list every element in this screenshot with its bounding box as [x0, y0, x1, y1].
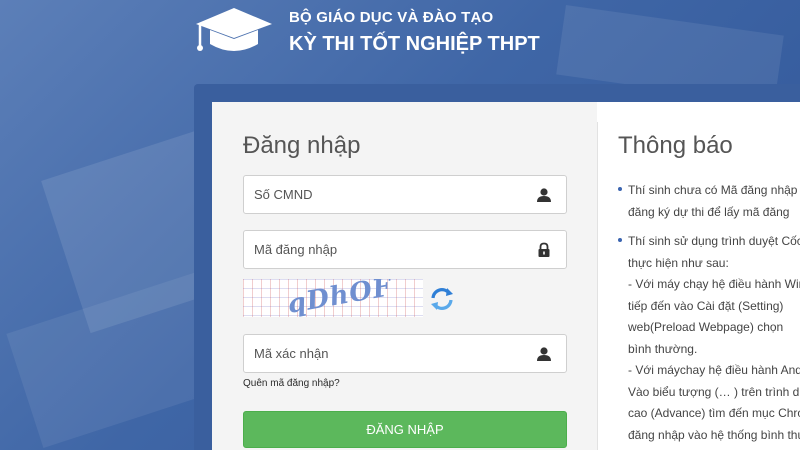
- notice-line: đăng ký dự thi để lấy mã đăng: [628, 204, 790, 219]
- user-icon: [537, 188, 551, 202]
- site-header: BỘ GIÁO DỤC VÀ ĐÀO TẠO KỲ THI TỐT NGHIỆP…: [194, 0, 754, 70]
- notice-line: Vào biểu tượng (… ) trên trình duyệt: [628, 384, 800, 399]
- login-code-field: [243, 230, 567, 269]
- id-number-field: [243, 175, 567, 214]
- notice-line: đăng nhập vào hệ thống bình thường: [628, 427, 800, 442]
- refresh-icon[interactable]: [428, 285, 456, 313]
- exam-name: KỲ THI TỐT NGHIỆP THPT: [289, 33, 540, 55]
- notice-line: web(Preload Webpage) chọn: [628, 320, 784, 334]
- login-code-input[interactable]: [244, 231, 566, 268]
- login-button[interactable]: ĐĂNG NHẬP: [243, 411, 567, 448]
- notice-line: cao (Advance) tìm đến mục Chrome: [628, 406, 800, 420]
- main-panel: Đăng nhập qDhOF: [212, 102, 800, 450]
- organization-name: BỘ GIÁO DỤC VÀ ĐÀO TẠO: [289, 9, 494, 26]
- notice-title: Thông báo: [618, 132, 733, 159]
- login-title: Đăng nhập: [243, 132, 361, 159]
- graduation-cap-icon: [196, 8, 272, 51]
- notice-line: - Với máychay hệ điều hành Android: [628, 363, 800, 377]
- notice-line: - Với máy chạy hệ điều hành Windows: [628, 277, 800, 291]
- notice-line: Thí sinh chưa có Mã đăng nhập: [628, 183, 798, 197]
- notice-panel: Thông báo Thí sinh chưa có Mã đăng nhập …: [598, 102, 800, 450]
- id-number-input[interactable]: [244, 176, 566, 213]
- notice-item: Thí sinh sử dụng trình duyệt Cốc Cốc thự…: [618, 231, 800, 446]
- notice-line: Thí sinh sử dụng trình duyệt Cốc Cốc: [628, 234, 800, 248]
- notice-line: tiếp đến vào Cài đặt (Setting): [628, 298, 784, 313]
- notice-line: bình thường.: [628, 341, 698, 356]
- captcha-input[interactable]: [244, 335, 566, 372]
- notice-item: Thí sinh chưa có Mã đăng nhập đăng ký dự…: [618, 180, 800, 223]
- forgot-code-link[interactable]: Quên mã đăng nhập?: [243, 378, 340, 389]
- notice-line: thực hiện như sau:: [628, 255, 729, 270]
- captcha-field: [243, 334, 567, 373]
- captcha-image: qDhOF: [243, 279, 423, 317]
- notice-list: Thí sinh chưa có Mã đăng nhập đăng ký dự…: [618, 180, 800, 450]
- login-form: Đăng nhập qDhOF: [212, 102, 597, 450]
- user-icon: [537, 347, 551, 361]
- lock-icon: [538, 242, 550, 257]
